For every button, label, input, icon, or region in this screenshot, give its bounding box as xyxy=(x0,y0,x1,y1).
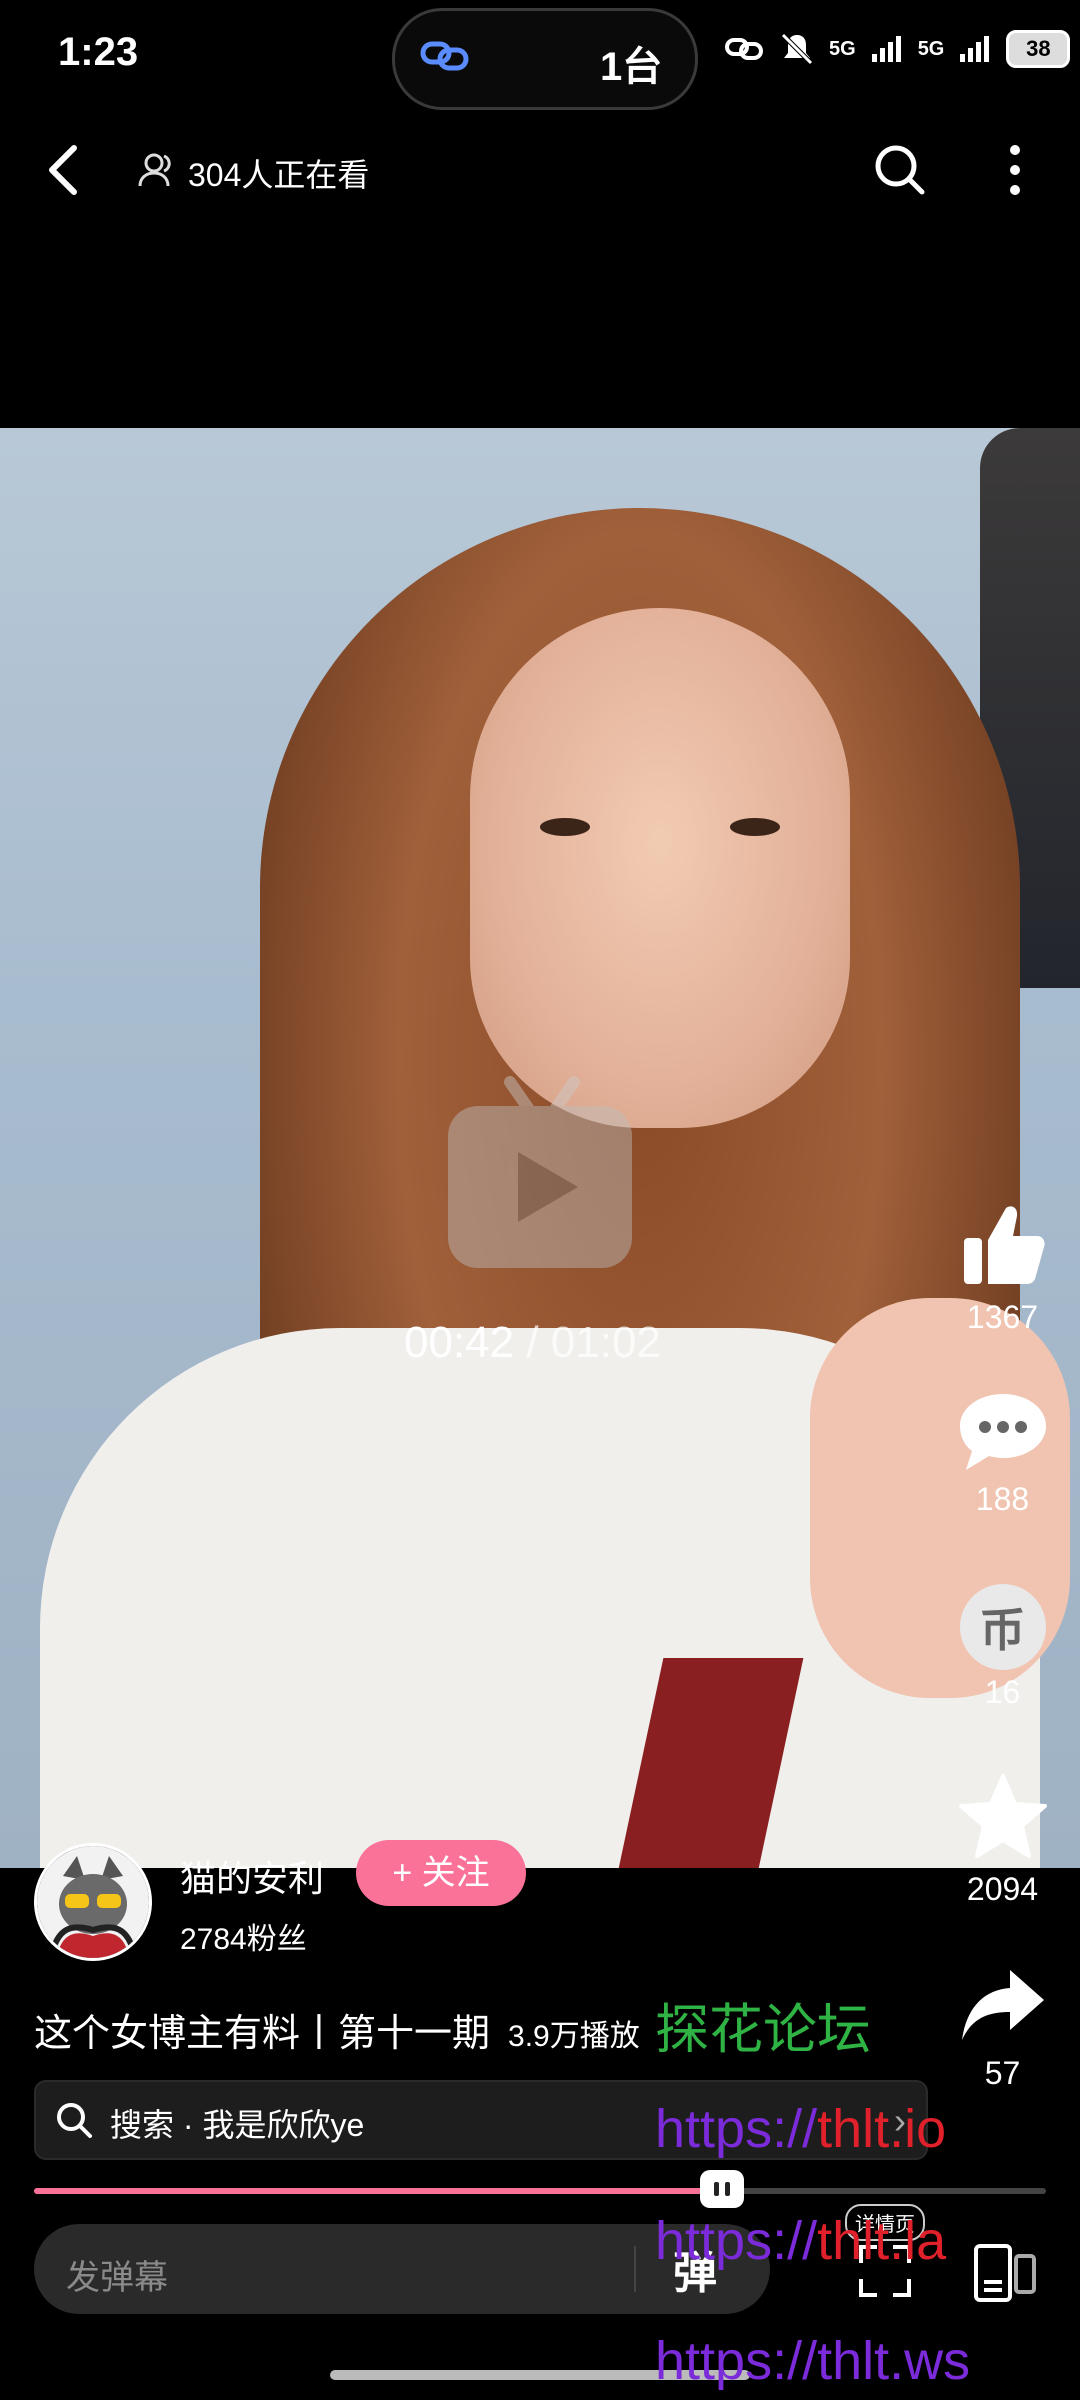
watermark-url-1-b: thlt.io xyxy=(817,2099,947,2159)
viewers-icon xyxy=(138,153,171,187)
progress-bar[interactable] xyxy=(34,2170,1046,2208)
battery-icon: 38 xyxy=(1006,30,1071,68)
share-button[interactable]: 57 xyxy=(955,1966,1050,2092)
coin-count: 16 xyxy=(984,1674,1021,1710)
author-name[interactable]: 猫的安利 xyxy=(180,1850,324,1902)
share-icon xyxy=(961,1970,1044,2040)
signal-1-label: 5G xyxy=(829,37,856,60)
coin-button[interactable]: 币 16 xyxy=(955,1584,1050,1711)
watermark-url-1: https://thlt.io xyxy=(655,2098,946,2160)
watermark-url-3: https://thlt.ws xyxy=(655,2331,971,2391)
search-bar-text: 搜索 · 我是欣欣ye xyxy=(110,2107,365,2143)
search-bar-icon xyxy=(57,2103,92,2138)
danmaku-placeholder: 发弹幕 xyxy=(66,2259,168,2297)
fans-count: 2784粉丝 xyxy=(180,1923,307,1956)
cast-device-count: 1台 xyxy=(600,45,663,89)
progress-handle[interactable] xyxy=(700,2170,745,2208)
video-title-row: 这个女博主有料丨第十一期 3.9万播放 xyxy=(34,2002,640,2057)
more-icon[interactable] xyxy=(1000,140,1030,200)
comment-count: 188 xyxy=(975,1481,1030,1517)
share-count: 57 xyxy=(984,2055,1021,2091)
comment-button[interactable]: 188 xyxy=(955,1392,1050,1518)
coin-icon: 币 xyxy=(959,1584,1046,1670)
avatar[interactable] xyxy=(34,1843,152,1961)
divider xyxy=(634,2246,636,2292)
watermark-url-1-a: https:// xyxy=(655,2099,818,2159)
cat-avatar-icon xyxy=(37,1846,149,1958)
signal-2-label: 5G xyxy=(917,37,945,60)
tv-handle-icon xyxy=(714,2182,731,2196)
progress-fill xyxy=(34,2188,723,2194)
favorite-count: 2094 xyxy=(966,1871,1039,1907)
viewers-count: 304人正在看 xyxy=(188,157,370,193)
follow-button[interactable]: + 关注 xyxy=(356,1840,526,1906)
watermark-url-2: https://thlt.la xyxy=(655,2210,946,2272)
like-button[interactable]: 1367 xyxy=(955,1200,1050,1336)
thumbs-up-icon xyxy=(963,1206,1045,1284)
link-status-icon xyxy=(725,38,763,60)
star-icon xyxy=(958,1774,1047,1858)
time-separator: / xyxy=(514,1318,551,1367)
video-eye-left xyxy=(540,818,590,836)
fullscreen-icon[interactable] xyxy=(970,2238,1040,2308)
comment-icon xyxy=(959,1394,1046,1470)
play-icon[interactable] xyxy=(448,1072,632,1268)
current-time: 00:42 xyxy=(404,1318,515,1367)
watermark-url-2-a: https:// xyxy=(655,2211,818,2271)
video-eye-right xyxy=(730,818,780,836)
playback-time: 00:42 / 01:02 xyxy=(404,1318,661,1368)
signal-1-icon xyxy=(871,36,901,62)
play-count: 3.9万播放 xyxy=(508,2020,640,2053)
link-icon xyxy=(420,41,469,71)
search-icon[interactable] xyxy=(870,140,930,200)
favorite-button[interactable]: 2094 xyxy=(955,1772,1050,1908)
mute-icon xyxy=(781,33,813,65)
status-icons: 5G 5G 38 xyxy=(725,30,1071,68)
signal-2-icon xyxy=(960,36,990,62)
video-face xyxy=(470,608,850,1128)
watermark-forum: 探花论坛 xyxy=(655,2000,871,2060)
back-icon[interactable] xyxy=(40,140,90,200)
total-time: 01:02 xyxy=(550,1318,661,1367)
watermark-url-2-b: thlt.la xyxy=(817,2211,947,2271)
like-count: 1367 xyxy=(966,1299,1039,1335)
status-time: 1:23 xyxy=(58,30,139,74)
video-title: 这个女博主有料丨第十一期 xyxy=(34,2013,491,2055)
